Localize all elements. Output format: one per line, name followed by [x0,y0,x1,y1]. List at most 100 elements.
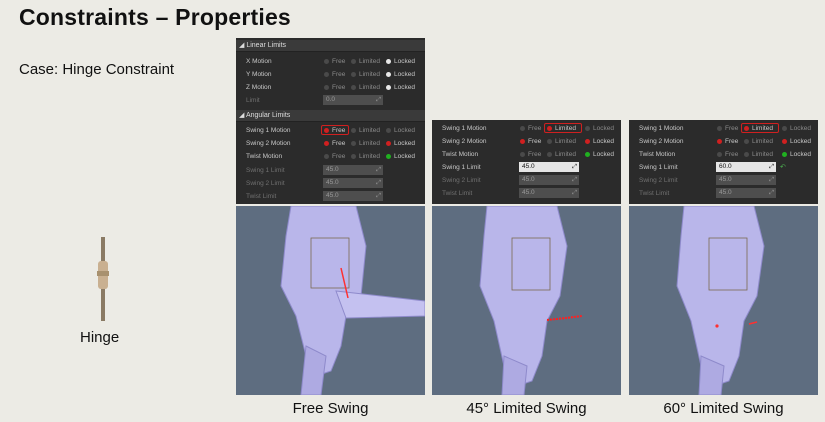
swing1-limit-field[interactable]: 60.0 ⤢ [716,162,776,172]
swing1-free-radio[interactable]: Free [324,127,345,134]
hinge-label: Hinge [80,329,120,346]
triangle-expand-icon: ◢ [239,42,245,49]
y-motion-free-radio[interactable]: Free [324,71,345,78]
viewport-45-limited-swing[interactable] [432,206,621,395]
twist-limited-radio[interactable]: Limited [547,151,576,158]
reset-arrow-icon[interactable]: ↶ [780,163,786,171]
x-motion-limited-radio[interactable]: Limited [351,58,380,65]
spin-arrows-icon[interactable]: ⤢ [376,178,381,188]
caption-45-limited-swing: 45° Limited Swing [466,400,587,417]
twist-free-radio[interactable]: Free [717,151,738,158]
y-motion-row: Y Motion Free Limited Locked [236,68,425,81]
spin-arrows-icon[interactable]: ⤢ [376,191,381,201]
swing1-limited-radio[interactable]: Limited [547,125,576,132]
case-label: Case: Hinge Constraint [19,61,175,78]
hinge-illustration [97,237,109,321]
twist-motion-row: Twist Motion Free Limited Locked [629,148,818,161]
ragdoll-mannequin [479,206,583,395]
twist-locked-radio[interactable]: Locked [782,151,811,158]
swing2-motion-row: Swing 2 Motion Free Limited Locked [432,135,621,148]
caption-free-swing: Free Swing [292,400,369,417]
viewport-60-limited-swing[interactable] [629,206,818,395]
spin-arrows-icon[interactable]: ⤢ [376,95,381,105]
spin-arrows-icon[interactable]: ⤢ [769,175,774,185]
viewport-free-swing[interactable] [236,206,425,395]
spin-arrows-icon[interactable]: ⤢ [572,188,577,198]
twist-limit-row: Twist Limit 45.0 ⤢ [432,187,621,200]
z-motion-locked-radio[interactable]: Locked [386,84,415,91]
y-motion-label: Y Motion [246,71,272,78]
swing2-free-radio[interactable]: Free [520,138,541,145]
linear-limits-header[interactable]: ◢ Linear Limits [236,40,425,52]
linear-limit-field[interactable]: 0.0 ⤢ [323,95,383,105]
swing2-limited-radio[interactable]: Limited [547,138,576,145]
swing1-motion-label: Swing 1 Motion [639,125,684,132]
x-motion-free-radio[interactable]: Free [324,58,345,65]
spin-arrows-icon[interactable]: ⤢ [376,165,381,175]
swing2-free-radio[interactable]: Free [717,138,738,145]
z-motion-label: Z Motion [246,84,272,91]
swing1-locked-radio[interactable]: Locked [782,125,811,132]
twist-motion-row: Twist Motion Free Limited Locked [432,148,621,161]
swing1-locked-radio[interactable]: Locked [585,125,614,132]
swing2-limited-radio[interactable]: Limited [744,138,773,145]
swing2-limit-label: Swing 2 Limit [246,180,285,187]
swing1-limit-field[interactable]: 45.0 ⤢ [323,165,383,175]
swing2-limit-field[interactable]: 45.0 ⤢ [519,175,579,185]
triangle-expand-icon: ◢ [239,112,245,119]
linear-limit-label: Limit [246,97,260,104]
swing1-motion-label: Swing 1 Motion [246,127,291,134]
swing1-motion-row: Swing 1 Motion Free Limited Locked [236,124,425,137]
x-motion-locked-radio[interactable]: Locked [386,58,415,65]
swing1-motion-row: Swing 1 Motion Free Limited Locked [629,122,818,135]
swing1-limited-radio[interactable]: Limited [744,125,773,132]
spin-arrows-icon[interactable]: ⤢ [769,188,774,198]
twist-limit-field[interactable]: 45.0 ⤢ [323,191,383,201]
swing2-limit-field[interactable]: 45.0 ⤢ [716,175,776,185]
twist-locked-radio[interactable]: Locked [585,151,614,158]
swing1-free-radio[interactable]: Free [717,125,738,132]
swing1-limited-radio[interactable]: Limited [351,127,380,134]
angular-limits-header[interactable]: ◢ Angular Limits [236,110,425,122]
twist-limit-label: Twist Limit [246,193,277,200]
z-motion-row: Z Motion Free Limited Locked [236,81,425,94]
y-motion-limited-radio[interactable]: Limited [351,71,380,78]
twist-locked-radio[interactable]: Locked [386,153,415,160]
swing2-limit-field[interactable]: 45.0 ⤢ [323,178,383,188]
spin-arrows-icon[interactable]: ⤢ [572,162,577,172]
y-motion-locked-radio[interactable]: Locked [386,71,415,78]
swing1-limit-label: Swing 1 Limit [639,164,678,171]
twist-free-radio[interactable]: Free [324,153,345,160]
x-motion-row: X Motion Free Limited Locked [236,55,425,68]
twist-limited-radio[interactable]: Limited [351,153,380,160]
twist-motion-label: Twist Motion [442,151,479,158]
twist-limit-row: Twist Limit 45.0 ⤢ [629,187,818,200]
x-motion-label: X Motion [246,58,272,65]
swing1-locked-radio[interactable]: Locked [386,127,415,134]
swing2-motion-row: Swing 2 Motion Free Limited Locked [236,137,425,150]
swing2-free-radio[interactable]: Free [324,140,345,147]
twist-motion-row: Twist Motion Free Limited Locked [236,150,425,163]
swing2-motion-row: Swing 2 Motion Free Limited Locked [629,135,818,148]
spin-arrows-icon[interactable]: ⤢ [769,162,774,172]
ragdoll-mannequin [676,206,765,395]
swing1-limit-label: Swing 1 Limit [442,164,481,171]
swing2-limited-radio[interactable]: Limited [351,140,380,147]
swing2-locked-radio[interactable]: Locked [782,138,811,145]
twist-limit-field[interactable]: 45.0 ⤢ [519,188,579,198]
z-motion-limited-radio[interactable]: Limited [351,84,380,91]
swing2-locked-radio[interactable]: Locked [585,138,614,145]
ragdoll-mannequin [280,206,425,395]
swing2-locked-radio[interactable]: Locked [386,140,415,147]
twist-limited-radio[interactable]: Limited [744,151,773,158]
z-motion-free-radio[interactable]: Free [324,84,345,91]
slide-title: Constraints – Properties [19,4,291,30]
swing1-motion-label: Swing 1 Motion [442,125,487,132]
twist-limit-field[interactable]: 45.0 ⤢ [716,188,776,198]
twist-limit-label: Twist Limit [639,190,670,197]
swing2-motion-label: Swing 2 Motion [639,138,684,145]
swing1-limit-field[interactable]: 45.0 ⤢ [519,162,579,172]
spin-arrows-icon[interactable]: ⤢ [572,175,577,185]
swing1-free-radio[interactable]: Free [520,125,541,132]
twist-free-radio[interactable]: Free [520,151,541,158]
